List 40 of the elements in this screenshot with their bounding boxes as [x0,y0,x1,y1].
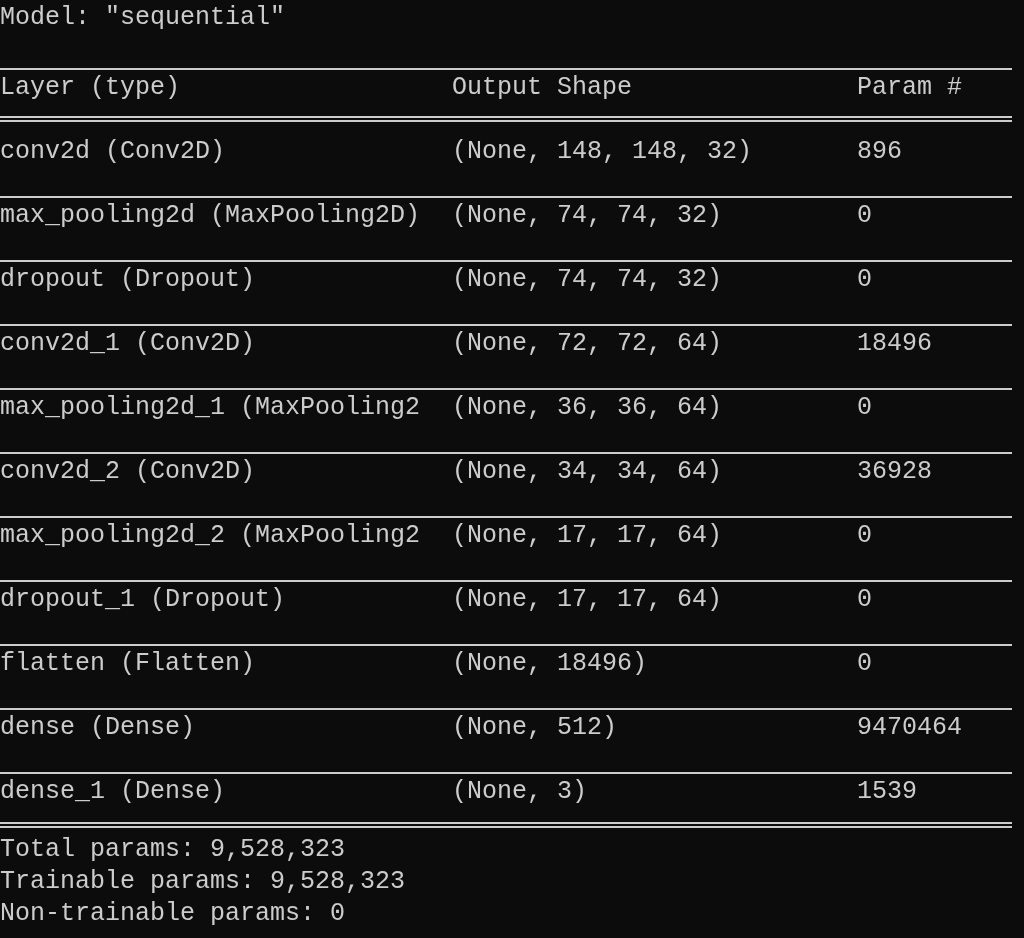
layer-cell: conv2d_2 (Conv2D) [0,456,256,488]
layer-cell: flatten (Flatten) [0,648,256,680]
layer-cell: conv2d_1 (Conv2D) [0,328,256,360]
output-shape-cell: (None, 74, 74, 32) [452,200,723,232]
param-cell: 896 [857,136,902,168]
output-shape-cell: (None, 36, 36, 64) [452,392,723,424]
layer-cell: max_pooling2d_2 (MaxPooling2 [0,520,421,552]
param-cell: 0 [857,264,872,296]
param-cell: 9470464 [857,712,963,744]
layer-cell: max_pooling2d_1 (MaxPooling2 [0,392,421,424]
column-header: Param # [857,72,963,104]
output-shape-cell: (None, 74, 74, 32) [452,264,723,296]
param-cell: 1539 [857,776,917,808]
output-shape-cell: (None, 512) [452,712,618,744]
layer-cell: conv2d (Conv2D) [0,136,226,168]
summary-text: Trainable params: 9,528,323 [0,866,407,898]
param-cell: 0 [857,584,872,616]
layer-cell: dropout (Dropout) [0,264,256,296]
param-cell: 0 [857,520,872,552]
column-header: Layer (type) [0,72,181,104]
output-shape-cell: (None, 17, 17, 64) [452,584,723,616]
output-shape-cell: (None, 148, 148, 32) [452,136,753,168]
summary-text: Total params: 9,528,323 [0,834,347,866]
param-cell: 18496 [857,328,932,360]
layer-cell: dense_1 (Dense) [0,776,226,808]
layer-cell: dropout_1 (Dropout) [0,584,286,616]
output-shape-cell: (None, 34, 34, 64) [452,456,723,488]
summary-text: Non-trainable params: 0 [0,898,347,930]
param-cell: 0 [857,392,872,424]
param-cell: 0 [857,200,872,232]
output-shape-cell: (None, 18496) [452,648,648,680]
output-shape-cell: (None, 72, 72, 64) [452,328,723,360]
param-cell: 36928 [857,456,932,488]
output-shape-cell: (None, 17, 17, 64) [452,520,723,552]
layer-cell: dense (Dense) [0,712,196,744]
output-shape-cell: (None, 3) [452,776,588,808]
model-title: Model: "sequential" [0,2,287,34]
layer-cell: max_pooling2d (MaxPooling2D) [0,200,421,232]
column-header: Output Shape [452,72,633,104]
param-cell: 0 [857,648,872,680]
